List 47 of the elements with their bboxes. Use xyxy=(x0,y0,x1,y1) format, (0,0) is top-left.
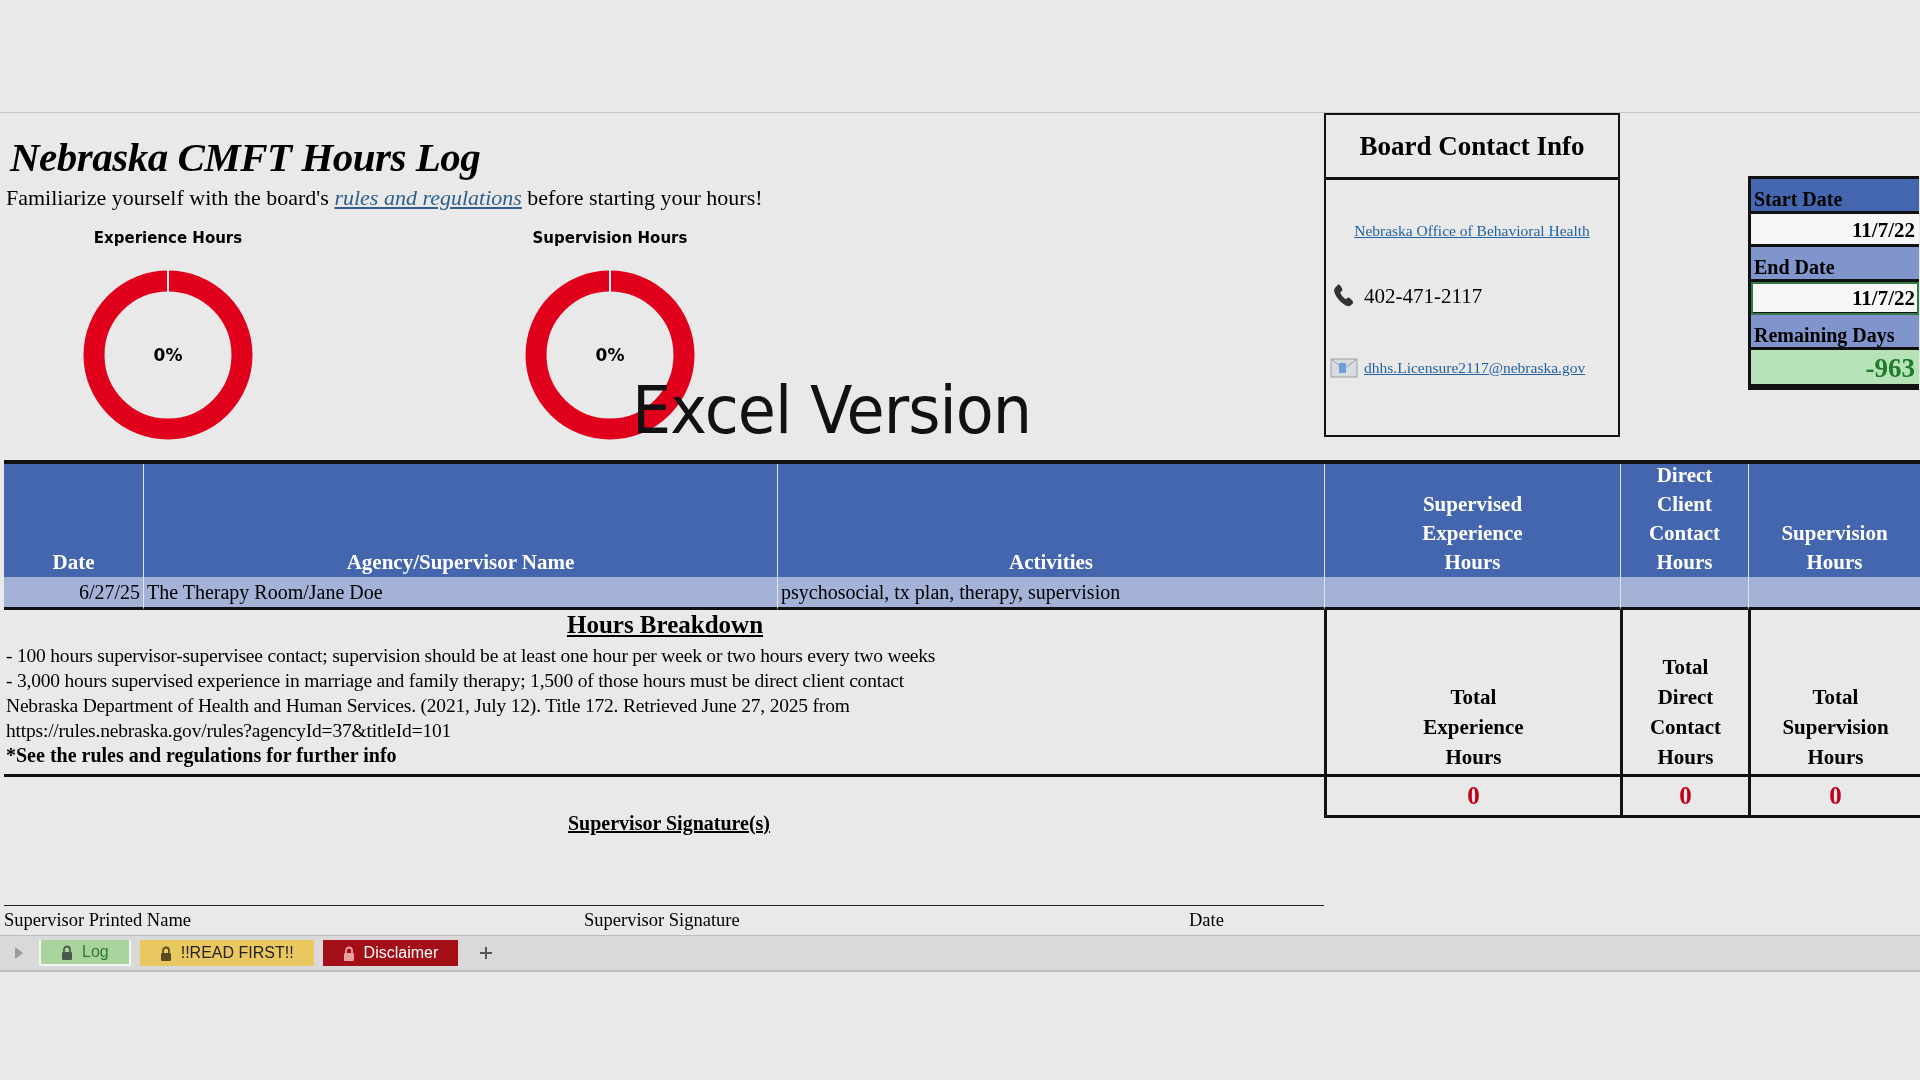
total-value: 0 xyxy=(1748,777,1920,818)
column-header: Supervised Experience Hours xyxy=(1324,464,1620,577)
date-value[interactable]: 11/7/22 xyxy=(1751,214,1919,247)
note-text: *See the rules and regulations for further info xyxy=(6,744,398,767)
remaining-days-value[interactable]: -963 xyxy=(1751,350,1919,387)
section-title: Hours Breakdown xyxy=(566,611,764,639)
gauge-percent: 0% xyxy=(153,345,183,365)
table-cell: psychosocial, tx plan, therapy, supervision xyxy=(777,577,1324,610)
rules-link[interactable]: rules and regulations xyxy=(334,185,522,210)
signature-label: Supervisor Printed Name xyxy=(4,910,193,931)
email-link[interactable]: dhhs.Licensure2117@nebraska.gov xyxy=(1364,359,1586,377)
date-label: Remaining Days xyxy=(1751,315,1919,350)
date-value[interactable]: 11/7/22 xyxy=(1751,282,1919,315)
column-header: Activities xyxy=(777,464,1324,577)
sheet-tab[interactable]: Log xyxy=(39,940,131,966)
add-sheet-icon[interactable] xyxy=(479,946,494,960)
table-cell: 6/27/25 xyxy=(4,577,143,610)
envelope-icon xyxy=(1330,358,1358,378)
phone-number: 402-471-2117 xyxy=(1364,283,1483,309)
breakdown-text: Nebraska Department of Health and Human Services. (2021, July 12). Title 172. Retrieved June 27, 2025 from xyxy=(6,694,851,718)
date-label: End Date xyxy=(1751,247,1919,282)
contact-title: Board Contact Info xyxy=(1326,115,1618,180)
breakdown-text: https://rules.nebraska.gov/rules?agencyId=37&titleId=101 xyxy=(6,719,453,743)
signature-label: Date xyxy=(1189,910,1224,931)
gauge-percent: 0% xyxy=(595,345,625,365)
signature-label: Supervisor Signature xyxy=(584,910,741,931)
total-value: 0 xyxy=(1620,777,1748,818)
total-value: 0 xyxy=(1324,777,1620,818)
column-header: Direct Client Contact Hours xyxy=(1620,464,1748,577)
breakdown-text: - 3,000 hours supervised experience in marriage and family therapy; 1,500 of those hours must be direct client contact xyxy=(6,669,906,693)
total-label: Total Direct Contact Hours xyxy=(1620,610,1748,777)
intro-text: Familiarize yourself with the board's rules and regulations before starting your hours! xyxy=(6,185,764,211)
column-header: Supervision Hours xyxy=(1748,464,1920,577)
sheet-title: Nebraska CMFT Hours Log xyxy=(10,133,482,181)
gauge-title: Experience Hours xyxy=(93,229,243,247)
signature-title: Supervisor Signature(s) xyxy=(567,812,771,835)
sheet-tab[interactable]: Disclaimer xyxy=(322,940,459,966)
date-label: Start Date xyxy=(1751,179,1919,214)
total-label: Total Supervision Hours xyxy=(1748,610,1920,777)
breakdown-text: - 100 hours supervisor-supervisee contact; supervision should be at least one hour per week or two hours every two weeks xyxy=(6,644,937,668)
gauge-title: Supervision Hours xyxy=(532,229,688,247)
office-link[interactable]: Nebraska Office of Behavioral Health xyxy=(1330,222,1614,240)
column-header: Agency/Supervisor Name xyxy=(143,464,777,577)
sheet-tab[interactable]: !!READ FIRST!! xyxy=(139,940,314,966)
column-header: Date xyxy=(4,464,143,577)
total-label: Total Experience Hours xyxy=(1324,610,1620,777)
table-cell: The Therapy Room/Jane Doe xyxy=(143,577,777,610)
